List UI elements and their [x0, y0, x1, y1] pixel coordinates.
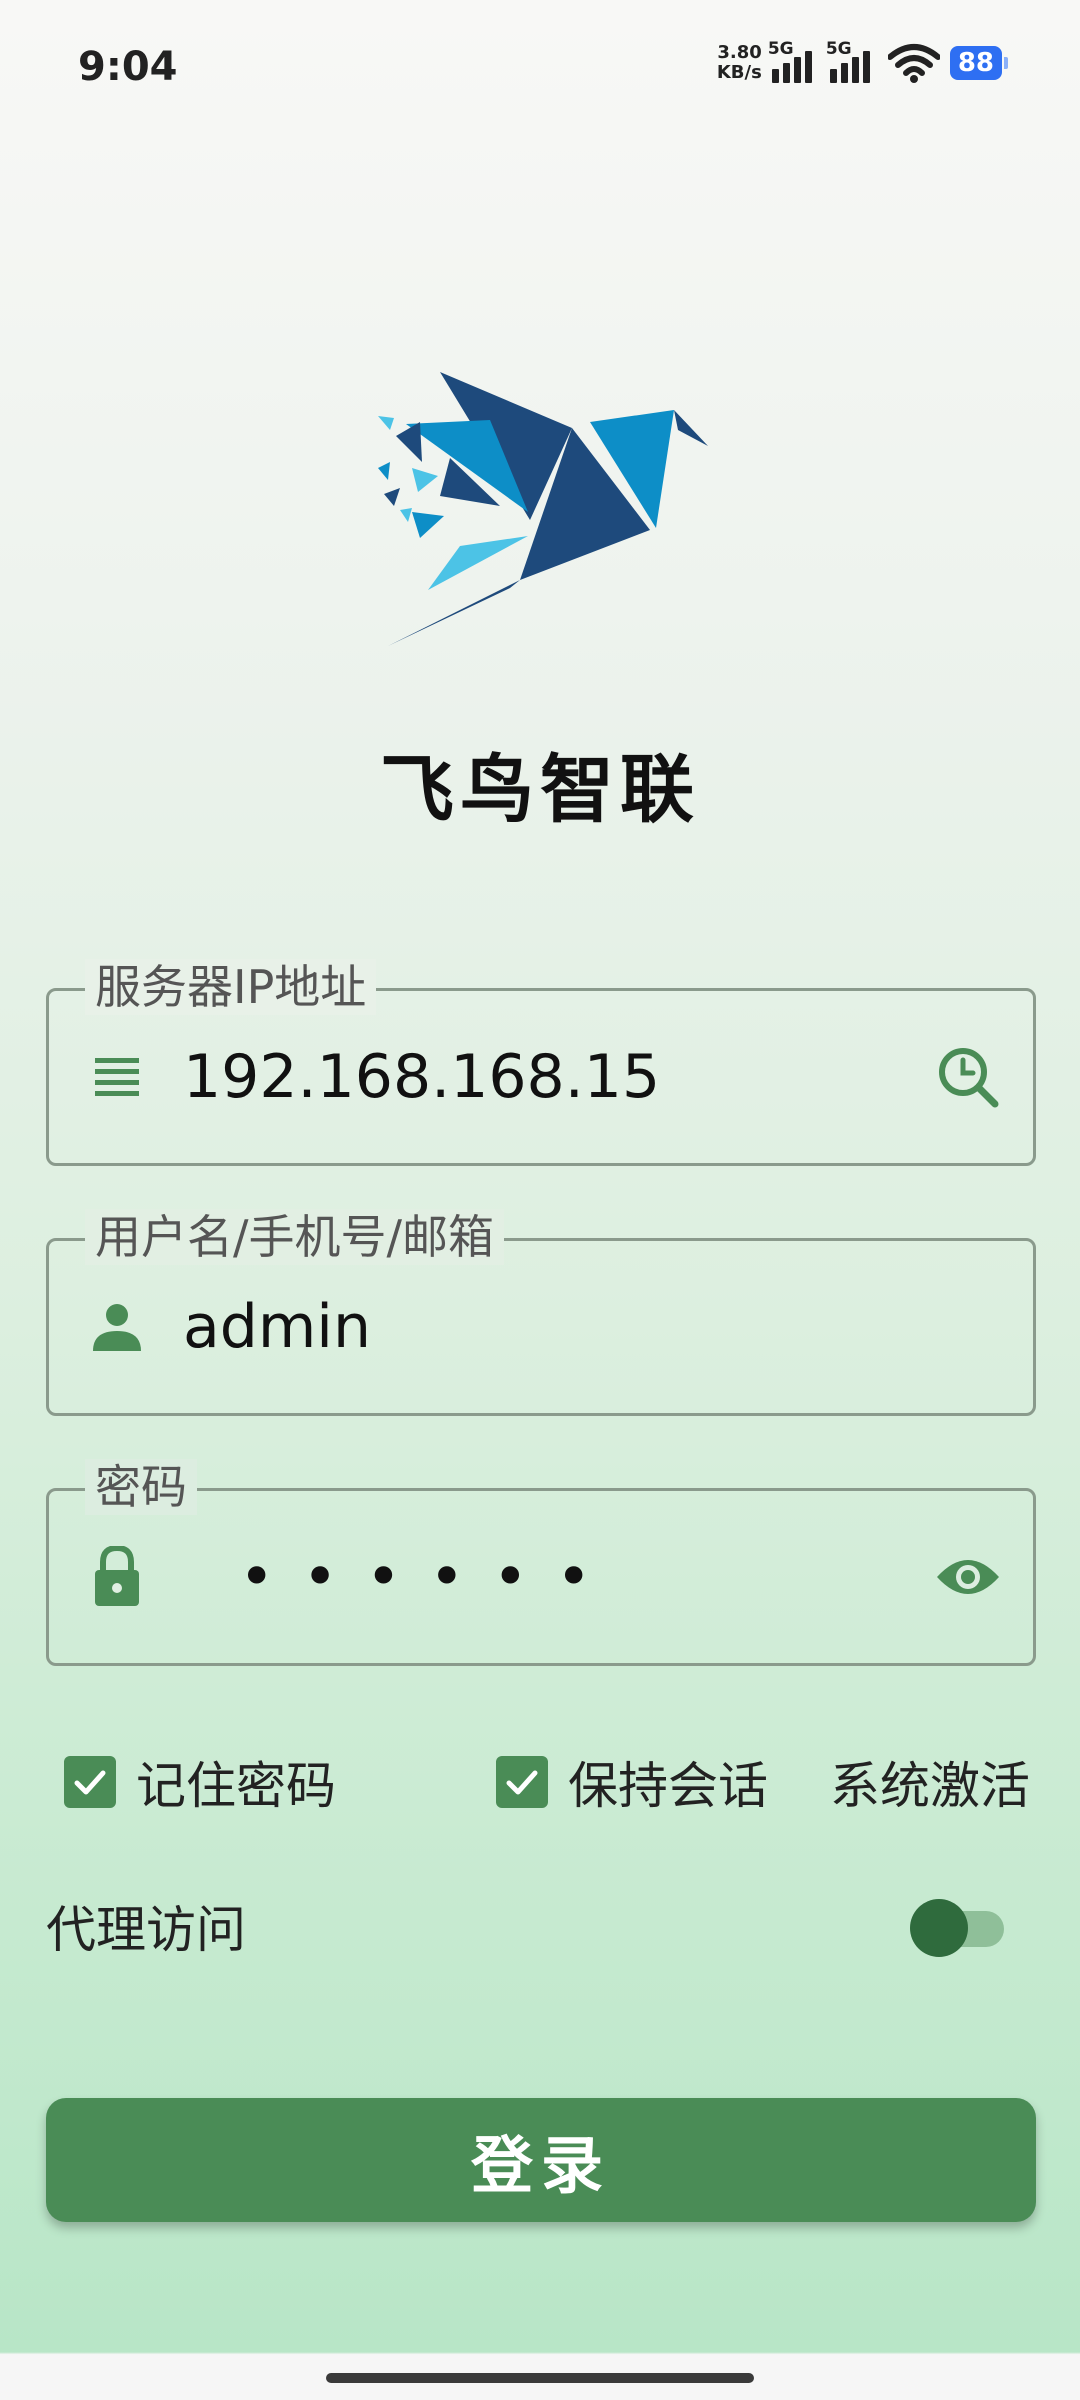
- eye-icon[interactable]: [933, 1542, 1003, 1612]
- server-ip-field[interactable]: 服务器IP地址: [46, 959, 1036, 1166]
- password-masked-value[interactable]: ••••••: [239, 1542, 619, 1612]
- options-row: 记住密码 保持会话 系统激活: [60, 1740, 1040, 1815]
- proxy-access-label: 代理访问: [46, 1901, 246, 1959]
- login-button[interactable]: 登录: [46, 2098, 1036, 2222]
- checkbox-checked-icon[interactable]: [496, 1756, 548, 1808]
- network-speed: 3.80 KB/s: [717, 43, 762, 83]
- toggle-thumb: [910, 1899, 968, 1957]
- status-bar: 9:04 3.80 KB/s 5G 5G 88: [0, 0, 1080, 136]
- home-indicator[interactable]: [326, 2373, 754, 2383]
- person-icon: [85, 1295, 149, 1359]
- status-icons: 3.80 KB/s 5G 5G 88: [717, 39, 1009, 86]
- list-icon: [85, 1045, 149, 1109]
- battery-indicator: 88: [949, 46, 1009, 80]
- server-ip-label: 服务器IP地址: [85, 959, 377, 1015]
- server-ip-input[interactable]: [183, 1042, 943, 1112]
- checkbox-checked-icon[interactable]: [64, 1756, 116, 1808]
- password-label: 密码: [85, 1459, 197, 1515]
- status-time: 9:04: [78, 44, 178, 90]
- sim1-label: 5G: [767, 39, 794, 59]
- signal-icon: 5G: [768, 39, 820, 83]
- app-title: 飞鸟智联: [380, 747, 700, 833]
- keep-session-label: 保持会话: [568, 1757, 768, 1815]
- remember-password-label: 记住密码: [136, 1757, 336, 1815]
- username-field[interactable]: 用户名/手机号/邮箱: [46, 1209, 1036, 1416]
- username-label: 用户名/手机号/邮箱: [85, 1209, 504, 1265]
- sim2-label: 5G: [825, 39, 852, 59]
- network-speed-value: 3.80: [717, 42, 762, 63]
- wifi-icon: [887, 43, 940, 83]
- username-input[interactable]: [183, 1292, 943, 1362]
- network-speed-unit: KB/s: [716, 62, 762, 83]
- proxy-access-toggle[interactable]: [910, 1895, 1004, 1957]
- history-search-icon[interactable]: [933, 1042, 1003, 1112]
- system-activate-link[interactable]: 系统激活: [830, 1746, 1030, 1818]
- remember-password-checkbox[interactable]: 记住密码: [64, 1746, 336, 1818]
- signal-icon-2: 5G: [826, 39, 878, 83]
- keep-session-checkbox[interactable]: 保持会话: [496, 1746, 768, 1818]
- password-field[interactable]: 密码 ••••••: [46, 1459, 1036, 1666]
- app-logo: [360, 360, 720, 660]
- lock-icon: [85, 1545, 149, 1609]
